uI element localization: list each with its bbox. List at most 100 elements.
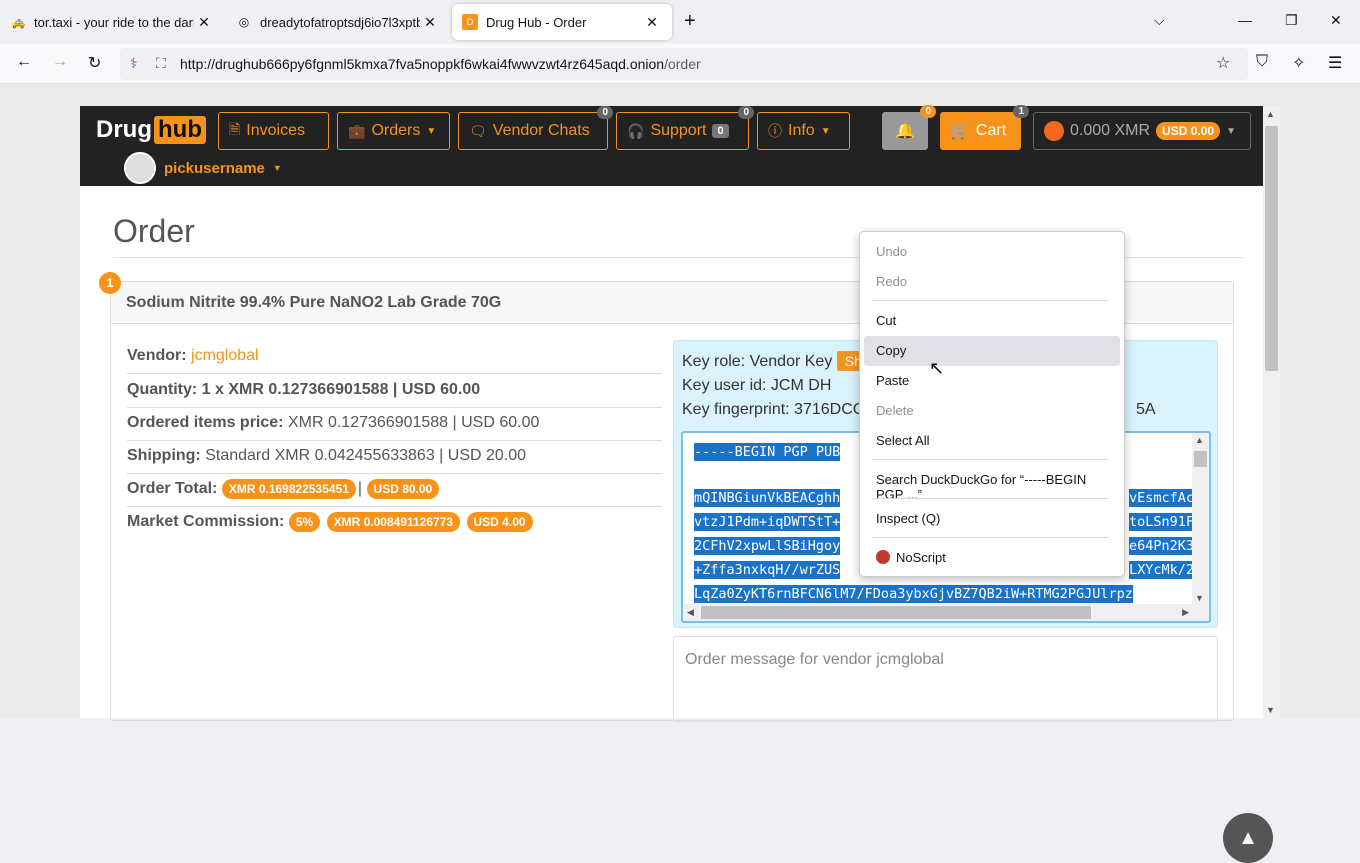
textarea-vertical-scrollbar[interactable]: ▲ ▼ [1192, 433, 1209, 605]
window-close-icon[interactable]: ✕ [1330, 12, 1342, 29]
caret-down-icon: ▼ [426, 125, 437, 137]
tab-title: Drug Hub - Order [486, 14, 587, 30]
menu-separator [872, 300, 1108, 301]
close-icon[interactable]: ✕ [642, 14, 662, 31]
menu-item-paste[interactable]: Paste [864, 366, 1120, 396]
commission-xmr-badge: XMR 0.008491126773 [326, 512, 461, 532]
tab-drughub-order[interactable]: D Drug Hub - Order ✕ [452, 4, 672, 40]
commission-label: Market Commission: [127, 513, 285, 530]
support-button[interactable]: 🎧 Support 0 0 [616, 106, 754, 150]
site-logo[interactable]: Drug hub [96, 116, 206, 144]
scroll-thumb[interactable] [701, 606, 1091, 619]
scroll-up-icon[interactable]: ▲ [1195, 435, 1204, 445]
menu-separator [872, 498, 1108, 499]
menu-item-redo[interactable]: Redo [864, 267, 1120, 297]
notifications-button[interactable]: 🔔 0 [882, 105, 936, 150]
shield-icon[interactable]: ⛉ [1256, 53, 1268, 71]
notifications-badge: 0 [920, 105, 936, 118]
total-xmr-badge: XMR 0.169822535451 [221, 479, 356, 499]
bookmark-star-icon[interactable]: ☆ [1216, 53, 1230, 73]
pgp-line: LqZa0ZyKT6rnBFCN6lM7/FDoa3ybxGjvBZ7QB2iW… [694, 585, 1133, 603]
menu-item-undo[interactable]: Undo [864, 237, 1120, 267]
username: pickusername [164, 159, 265, 177]
pgp-line: -----BEGIN PGP PUB [694, 443, 841, 461]
shipping-row: Shipping: Standard XMR 0.042455633863 | … [127, 447, 662, 474]
commission-usd-badge: USD 4.00 [466, 512, 533, 532]
maximize-icon[interactable]: ❐ [1285, 12, 1298, 29]
menu-item-copy[interactable]: Copy [864, 336, 1120, 366]
key-role-text: Key role: Vendor Key [682, 353, 833, 370]
orders-dropdown[interactable]: 💼 Orders ▼ [337, 112, 450, 150]
key-fingerprint-end: 5A [1136, 401, 1156, 418]
scroll-thumb[interactable] [1194, 451, 1207, 467]
info-label: Info [788, 122, 815, 139]
tab-dread[interactable]: ◎ dreadytofatroptsdj6io7l3xptbet6 ✕ [226, 4, 450, 40]
briefcase-icon: 💼 [348, 122, 366, 139]
order-message-input[interactable]: Order message for vendor jcmglobal [673, 636, 1218, 722]
scroll-thumb[interactable] [1265, 126, 1278, 371]
wallet-usd-balance: USD 0.00 [1156, 122, 1221, 140]
site-info-icon[interactable]: ⛶ [156, 55, 166, 72]
url-host: http://drughub666py6fgnml5kmxa7fva5noppk… [180, 56, 665, 72]
url-text[interactable]: http://drughub666py6fgnml5kmxa7fva5noppk… [180, 56, 701, 72]
vendor-chats-button[interactable]: 🗨 Vendor Chats 0 [458, 106, 613, 150]
scroll-right-icon[interactable]: ▶ [1182, 607, 1189, 618]
pgp-line: vtzJ1Pdm+iqDWTStT+ [694, 513, 841, 531]
invoices-button[interactable]: 🗎 Invoices [218, 112, 329, 150]
textarea-horizontal-scrollbar[interactable]: ◀ ▶ [683, 604, 1209, 621]
logo-text-hub: hub [154, 116, 206, 144]
monero-icon [1044, 121, 1064, 141]
info-dropdown[interactable]: ⓘ Info ▼ [757, 112, 850, 150]
items-price-value: XMR 0.127366901588 | USD 60.00 [287, 414, 540, 431]
menu-item-cut[interactable]: Cut [864, 306, 1120, 336]
wallet-dropdown[interactable]: 0.000 XMR USD 0.00 ▼ [1033, 112, 1251, 150]
url-path: /order [664, 56, 701, 72]
reload-icon[interactable]: ↻ [88, 53, 101, 73]
tab-tortaxi[interactable]: 🚕 tor.taxi - your ride to the darkne ✕ [0, 4, 224, 40]
avatar [124, 152, 156, 184]
list-tabs-icon[interactable]: ⌵ [1154, 12, 1165, 29]
shipping-value: Standard XMR 0.042455633863 | USD 20.00 [205, 447, 527, 464]
close-icon[interactable]: ✕ [420, 14, 440, 31]
cart-button[interactable]: 🛒 Cart 1 [940, 105, 1029, 150]
menu-item-noscript[interactable]: NoScript [864, 543, 1120, 573]
menu-item-select-all[interactable]: Select All [864, 426, 1120, 456]
site-navbar: Drug hub 🗎 Invoices 💼 Orders ▼ 🗨 Vendor C… [80, 105, 1263, 186]
menu-icon[interactable]: ☰ [1328, 53, 1342, 73]
menu-separator [872, 537, 1108, 538]
scroll-left-icon[interactable]: ◀ [687, 607, 694, 618]
extensions-icon[interactable]: ✧ [1292, 53, 1305, 73]
navigation-bar: ← → ↻ ⚕ ⛶ http://drughub666py6fgnml5kmxa… [0, 44, 1360, 84]
item-number-badge: 1 [99, 272, 121, 294]
items-price-row: Ordered items price: XMR 0.127366901588 … [127, 414, 662, 441]
pgp-line-tail: e64Pn2K3 [1129, 537, 1195, 555]
menu-item-delete[interactable]: Delete [864, 396, 1120, 426]
cart-label: Cart [975, 122, 1007, 139]
scroll-to-top-button[interactable]: ▲ [1223, 813, 1273, 863]
tor-onion-icon: ⚕ [130, 55, 138, 71]
page-scrollbar[interactable]: ▲ ▼ [1263, 106, 1280, 718]
vendor-chats-label: Vendor Chats [492, 122, 590, 139]
order-total-row: Order Total: XMR 0.169822535451 | USD 80.… [127, 479, 662, 507]
support-label: Support [650, 122, 707, 139]
menu-item-search-duckduckgo[interactable]: Search DuckDuckGo for “-----BEGIN PGP ..… [864, 465, 1120, 502]
scroll-down-icon[interactable]: ▼ [1195, 593, 1204, 603]
vendor-link[interactable]: jcmglobal [191, 347, 259, 364]
scroll-up-icon[interactable]: ▲ [1266, 109, 1275, 119]
forward-icon[interactable]: → [52, 53, 68, 71]
headset-icon: 🎧 [627, 122, 645, 139]
vendor-row: Vendor: jcmglobal [127, 347, 662, 374]
menu-item-inspect[interactable]: Inspect (Q) [864, 504, 1120, 534]
minimize-icon[interactable]: — [1238, 12, 1252, 28]
new-tab-icon[interactable]: + [684, 10, 696, 33]
total-usd-badge: USD 80.00 [366, 479, 440, 499]
user-dropdown[interactable]: pickusername ▼ [124, 152, 282, 184]
total-separator: | [357, 480, 363, 497]
close-icon[interactable]: ✕ [194, 14, 214, 31]
info-icon: ⓘ [768, 123, 782, 139]
scroll-down-icon[interactable]: ▼ [1266, 705, 1275, 715]
url-bar[interactable]: ⚕ ⛶ http://drughub666py6fgnml5kmxa7fva5n… [120, 48, 1248, 80]
tab-strip: 🚕 tor.taxi - your ride to the darkne ✕ ◎… [0, 0, 1360, 44]
back-icon[interactable]: ← [16, 53, 32, 71]
quantity-row: Quantity: 1 x XMR 0.127366901588 | USD 6… [127, 381, 662, 408]
